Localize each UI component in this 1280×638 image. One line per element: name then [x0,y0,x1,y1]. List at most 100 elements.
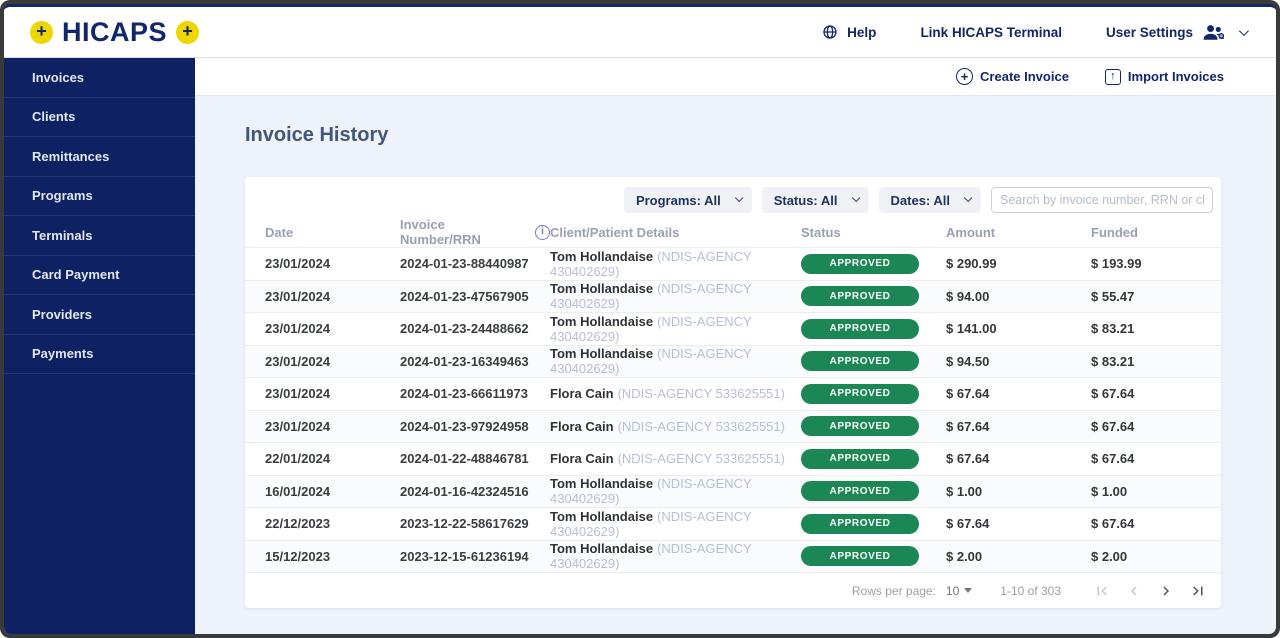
user-settings-label: User Settings [1106,25,1193,40]
user-settings-menu[interactable]: User Settings [1106,23,1246,41]
table-row[interactable]: 23/01/2024 2024-01-23-16349463 Tom Holla… [245,345,1221,378]
client-details: Tom Hollandaise(NDIS-AGENCY 430402629) [550,314,801,344]
client-details: Flora Cain(NDIS-AGENCY 533625551) [550,386,801,401]
link-terminal-label: Link HICAPS Terminal [920,25,1062,40]
invoice-funded: $ 1.00 [1091,484,1201,499]
invoice-number: 2024-01-23-88440987 [400,256,550,271]
invoice-number: 2024-01-22-48846781 [400,451,550,466]
invoice-number: 2024-01-16-42324516 [400,484,550,499]
sidebar-item-terminals[interactable]: Terminals [4,216,195,256]
invoice-amount: $ 67.64 [946,419,1091,434]
logo-text: HICAPS [62,17,167,48]
table-row[interactable]: 23/01/2024 2024-01-23-66611973 Flora Cai… [245,377,1221,410]
invoice-number: 2024-01-23-97924958 [400,419,550,434]
invoice-date: 23/01/2024 [265,354,400,369]
dropdown-arrow-icon [964,588,972,593]
table-header: Date Invoice Number/RRN i Client/Patient… [245,217,1221,247]
invoice-number: 2023-12-15-61236194 [400,549,550,564]
dates-filter-label: Dates: All [891,193,950,208]
table-row[interactable]: 23/01/2024 2024-01-23-97924958 Flora Cai… [245,410,1221,443]
table-body: 23/01/2024 2024-01-23-88440987 Tom Holla… [245,247,1221,572]
top-header: + HICAPS + Help Link HICAPS Terminal Use… [4,7,1276,58]
invoice-amount: $ 290.99 [946,256,1091,271]
invoice-date: 23/01/2024 [265,321,400,336]
status-badge: APPROVED [801,286,919,306]
client-agency: (NDIS-AGENCY 533625551) [618,451,785,466]
invoice-date: 23/01/2024 [265,386,400,401]
app-root: + HICAPS + Help Link HICAPS Terminal Use… [4,4,1276,634]
import-invoices-button[interactable]: ↑ Import Invoices [1105,69,1224,85]
sidebar-item-payments[interactable]: Payments [4,335,195,375]
column-client-details: Client/Patient Details [550,225,801,240]
status-filter-label: Status: All [774,193,838,208]
invoice-funded: $ 83.21 [1091,354,1201,369]
search-input[interactable] [991,187,1213,213]
invoice-amount: $ 1.00 [946,484,1091,499]
help-link[interactable]: Help [822,24,876,40]
invoice-number: 2024-01-23-47567905 [400,289,550,304]
filter-bar: Programs: All Status: All Dates: All [245,177,1221,217]
client-name: Tom Hollandaise [550,346,653,361]
page-toolbar: + Create Invoice ↑ Import Invoices [195,58,1276,96]
invoice-amount: $ 94.00 [946,289,1091,304]
next-page-button[interactable] [1157,582,1175,600]
chevron-down-icon [851,194,859,202]
invoice-funded: $ 67.64 [1091,516,1201,531]
previous-page-button[interactable] [1125,582,1143,600]
last-page-button[interactable] [1189,582,1207,600]
sidebar-item-invoices[interactable]: Invoices [4,58,195,98]
table-row[interactable]: 23/01/2024 2024-01-23-88440987 Tom Holla… [245,247,1221,280]
dates-filter-dropdown[interactable]: Dates: All [879,187,981,213]
link-hicaps-terminal-link[interactable]: Link HICAPS Terminal [920,25,1062,40]
sidebar-nav: Invoices Clients Remittances Programs Te… [4,58,195,634]
client-name: Flora Cain [550,419,614,434]
client-details: Tom Hollandaise(NDIS-AGENCY 430402629) [550,281,801,311]
programs-filter-dropdown[interactable]: Programs: All [624,187,752,213]
table-row[interactable]: 22/01/2024 2024-01-22-48846781 Flora Cai… [245,442,1221,475]
sidebar-item-programs[interactable]: Programs [4,177,195,217]
logo-plus-icon-right: + [176,21,199,44]
chevron-down-icon [964,194,972,202]
sidebar-item-providers[interactable]: Providers [4,295,195,335]
users-gear-icon [1202,23,1226,41]
table-row[interactable]: 15/12/2023 2023-12-15-61236194 Tom Holla… [245,540,1221,573]
invoice-funded: $ 2.00 [1091,549,1201,564]
invoice-date: 23/01/2024 [265,256,400,271]
status-badge: APPROVED [801,449,919,469]
invoice-history-card: Programs: All Status: All Dates: All [245,177,1221,608]
column-amount: Amount [946,225,1091,240]
client-details: Tom Hollandaise(NDIS-AGENCY 430402629) [550,476,801,506]
plus-circle-icon: + [956,68,973,85]
client-name: Tom Hollandaise [550,476,653,491]
invoice-amount: $ 67.64 [946,516,1091,531]
sidebar-item-clients[interactable]: Clients [4,98,195,138]
info-icon[interactable]: i [535,225,550,240]
logo-plus-icon-left: + [30,21,53,44]
sidebar-item-remittances[interactable]: Remittances [4,137,195,177]
status-filter-dropdown[interactable]: Status: All [762,187,869,213]
column-invoice-number-label: Invoice Number/RRN [400,217,529,247]
client-details: Flora Cain(NDIS-AGENCY 533625551) [550,451,801,466]
chevron-down-icon [735,194,743,202]
column-funded: Funded [1091,225,1201,240]
table-row[interactable]: 23/01/2024 2024-01-23-24488662 Tom Holla… [245,312,1221,345]
status-badge: APPROVED [801,384,919,404]
table-row[interactable]: 22/12/2023 2023-12-22-58617629 Tom Holla… [245,507,1221,540]
hicaps-logo: + HICAPS + [30,17,199,48]
table-row[interactable]: 23/01/2024 2024-01-23-47567905 Tom Holla… [245,280,1221,313]
table-row[interactable]: 16/01/2024 2024-01-16-42324516 Tom Holla… [245,475,1221,508]
sidebar-item-card-payment[interactable]: Card Payment [4,256,195,296]
first-page-button[interactable] [1093,582,1111,600]
client-name: Tom Hollandaise [550,281,653,296]
pagination-bar: Rows per page: 10 1-10 of 303 [245,572,1221,608]
client-details: Flora Cain(NDIS-AGENCY 533625551) [550,419,801,434]
rows-per-page-select[interactable]: 10 [946,584,972,598]
column-invoice-number: Invoice Number/RRN i [400,217,550,247]
main-area: + Create Invoice ↑ Import Invoices Invoi… [195,58,1276,634]
client-details: Tom Hollandaise(NDIS-AGENCY 430402629) [550,541,801,571]
create-invoice-button[interactable]: + Create Invoice [956,68,1069,85]
invoice-funded: $ 67.64 [1091,419,1201,434]
column-date: Date [265,225,400,240]
rows-per-page-label: Rows per page: [852,584,936,598]
create-invoice-label: Create Invoice [980,69,1069,84]
